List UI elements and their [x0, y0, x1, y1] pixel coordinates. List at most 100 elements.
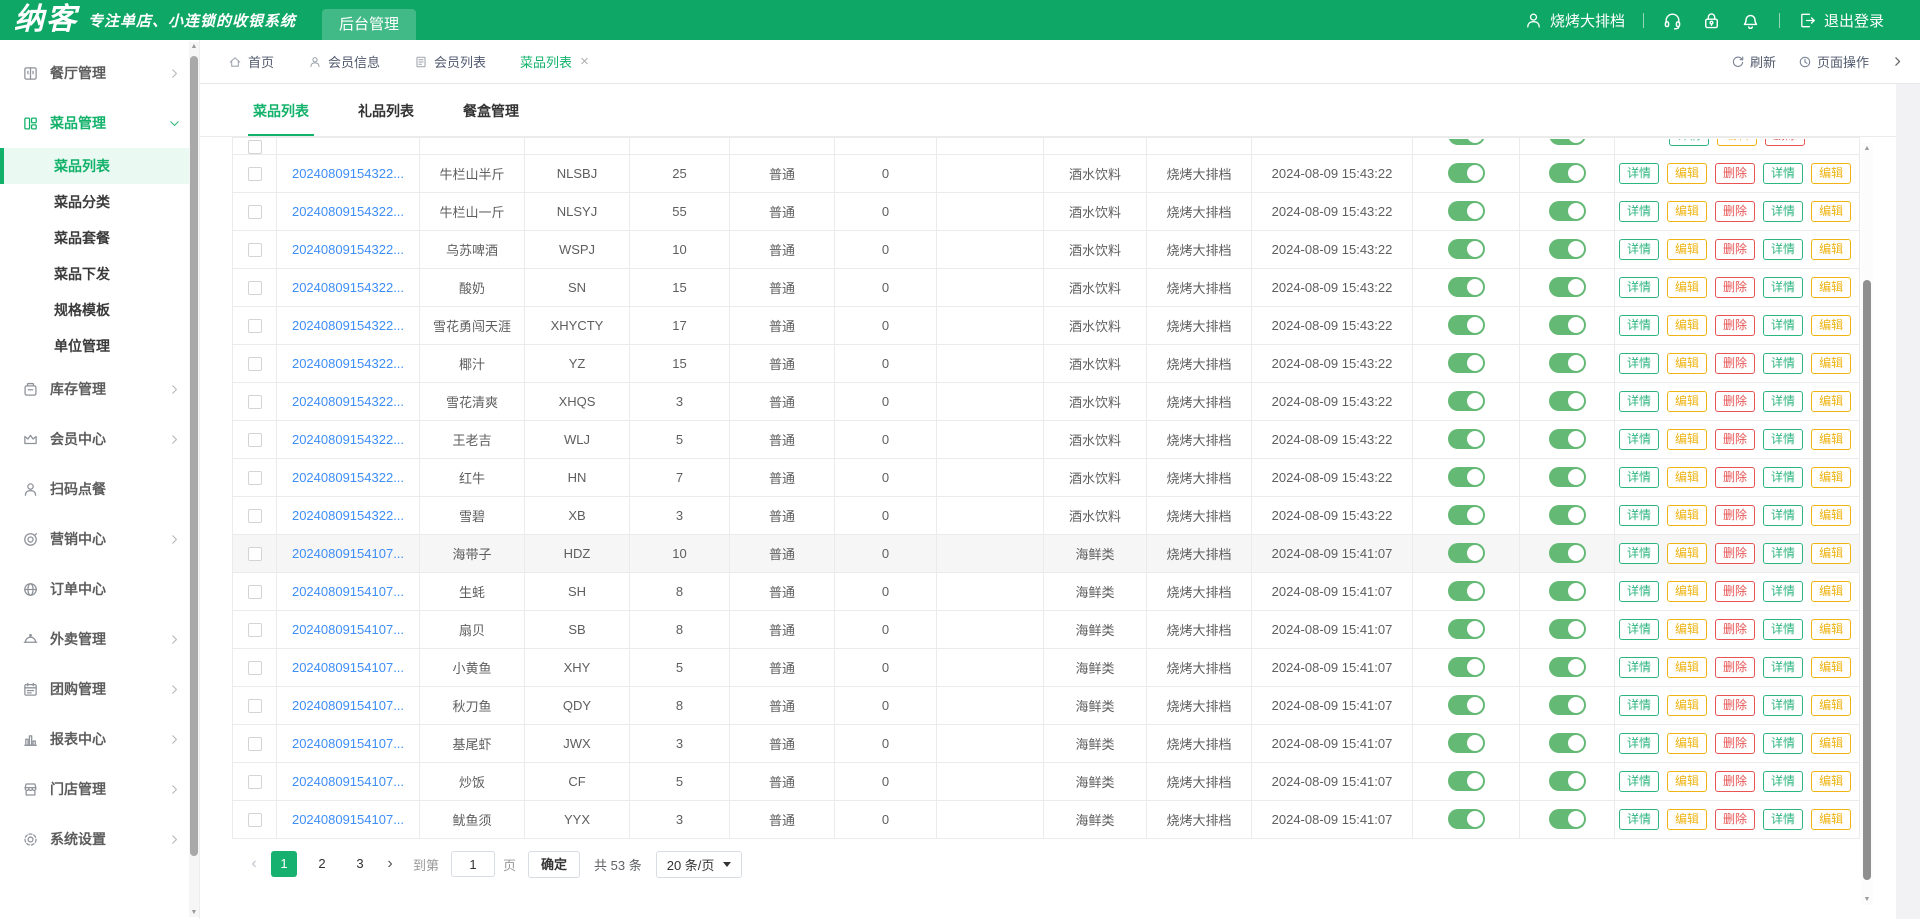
sidebar-item[interactable]: 餐厅管理: [0, 48, 199, 98]
product-id-link[interactable]: 20240809154322...: [292, 280, 404, 295]
sellout-toggle[interactable]: [1548, 809, 1586, 830]
sellout-toggle[interactable]: [1548, 429, 1586, 450]
detail-button[interactable]: 详情: [1763, 542, 1804, 564]
detail-button[interactable]: 详情: [1619, 200, 1660, 222]
detail-button[interactable]: 详情: [1619, 238, 1660, 260]
edit-button[interactable]: 编辑: [1811, 162, 1852, 184]
goto-page-input[interactable]: [451, 851, 496, 878]
detail-button[interactable]: 详情: [1619, 162, 1660, 184]
edit-button[interactable]: 编辑: [1667, 504, 1708, 526]
prev-page-button[interactable]: ‹: [243, 855, 265, 873]
sellout-toggle[interactable]: [1548, 467, 1586, 488]
detail-button[interactable]: 详情: [1619, 352, 1660, 374]
sellout-toggle[interactable]: [1548, 733, 1586, 754]
edit-button[interactable]: 编辑: [1811, 542, 1852, 564]
edit-button[interactable]: 编辑: [1667, 770, 1708, 792]
status-toggle[interactable]: [1447, 391, 1485, 412]
detail-button[interactable]: 详情: [1763, 656, 1804, 678]
row-checkbox[interactable]: [247, 470, 262, 485]
delete-button[interactable]: 删除: [1715, 618, 1756, 640]
row-checkbox[interactable]: [247, 432, 262, 447]
edit-button[interactable]: 编辑: [1811, 808, 1852, 830]
edit-button[interactable]: 编辑: [1667, 732, 1708, 754]
row-checkbox[interactable]: [247, 698, 262, 713]
detail-button[interactable]: 详情: [1619, 694, 1660, 716]
detail-button[interactable]: 详情: [1763, 390, 1804, 412]
page-number-button[interactable]: 3: [347, 851, 373, 877]
edit-button[interactable]: 编辑: [1811, 200, 1852, 222]
sidebar-item[interactable]: 系统设置: [0, 814, 199, 864]
row-checkbox[interactable]: [247, 774, 262, 789]
sidebar-scrollbar[interactable]: ▲ ▼: [189, 42, 199, 917]
sellout-toggle[interactable]: [1548, 239, 1586, 260]
product-id-link[interactable]: 20240809154107...: [292, 546, 404, 561]
sidebar-item[interactable]: 菜品管理: [0, 98, 199, 148]
bell-icon[interactable]: [1740, 10, 1761, 31]
detail-button[interactable]: 详情: [1763, 504, 1804, 526]
detail-button[interactable]: 详情: [1619, 428, 1660, 450]
sidebar-subitem[interactable]: 规格模板: [0, 292, 199, 328]
product-id-link[interactable]: 20240809154322...: [292, 394, 404, 409]
edit-button[interactable]: 编辑: [1667, 694, 1708, 716]
edit-button[interactable]: 编辑: [1811, 276, 1852, 298]
page-ops-button[interactable]: 页面操作: [1798, 52, 1869, 71]
status-toggle[interactable]: [1447, 543, 1485, 564]
current-user[interactable]: 烧烤大排档: [1524, 10, 1625, 31]
edit-button[interactable]: 编辑: [1667, 238, 1708, 260]
detail-button[interactable]: 详情: [1763, 808, 1804, 830]
sidebar-subitem[interactable]: 菜品分类: [0, 184, 199, 220]
detail-button[interactable]: 详情: [1619, 580, 1660, 602]
detail-button[interactable]: 详情: [1763, 466, 1804, 488]
detail-button[interactable]: 详情: [1763, 770, 1804, 792]
sidebar-item[interactable]: 报表中心: [0, 714, 199, 764]
status-toggle[interactable]: [1447, 809, 1485, 830]
sidebar-subitem[interactable]: 单位管理: [0, 328, 199, 364]
status-toggle[interactable]: [1447, 505, 1485, 526]
detail-button[interactable]: 详情: [1619, 618, 1660, 640]
scroll-down-icon[interactable]: ▼: [189, 909, 199, 916]
product-id-link[interactable]: 20240809154322...: [292, 432, 404, 447]
sellout-toggle[interactable]: [1548, 315, 1586, 336]
edit-button[interactable]: 编辑: [1811, 428, 1852, 450]
detail-button[interactable]: 详情: [1763, 162, 1804, 184]
product-id-link[interactable]: 20240809154107...: [292, 736, 404, 751]
status-toggle[interactable]: [1447, 733, 1485, 754]
page-tab[interactable]: 菜品列表 ×: [520, 52, 589, 71]
delete-button[interactable]: 删除: [1715, 808, 1756, 830]
next-page-button[interactable]: ›: [379, 855, 401, 873]
delete-button[interactable]: 删除: [1715, 770, 1756, 792]
edit-button[interactable]: 编辑: [1811, 656, 1852, 678]
page-tab[interactable]: 首页: [228, 52, 274, 71]
delete-button[interactable]: 删除: [1715, 428, 1756, 450]
edit-button[interactable]: 编辑: [1811, 504, 1852, 526]
detail-button[interactable]: 详情: [1763, 200, 1804, 222]
sidebar-item[interactable]: 团购管理: [0, 664, 199, 714]
row-checkbox[interactable]: [247, 166, 262, 181]
detail-button[interactable]: 详情: [1763, 352, 1804, 374]
product-id-link[interactable]: 20240809154107...: [292, 698, 404, 713]
sidebar-subitem[interactable]: 菜品套餐: [0, 220, 199, 256]
delete-button[interactable]: 删除: [1715, 504, 1756, 526]
detail-button[interactable]: 详情: [1619, 808, 1660, 830]
row-checkbox[interactable]: [247, 812, 262, 827]
page-tab[interactable]: 会员信息: [308, 52, 380, 71]
edit-button[interactable]: 编辑: [1811, 352, 1852, 374]
row-checkbox[interactable]: [247, 280, 262, 295]
page-number-button[interactable]: 2: [309, 851, 335, 877]
sidebar-item[interactable]: 库存管理: [0, 364, 199, 414]
delete-button[interactable]: 删除: [1715, 390, 1756, 412]
status-toggle[interactable]: [1447, 771, 1485, 792]
detail-button[interactable]: 详情: [1763, 238, 1804, 260]
product-id-link[interactable]: 20240809154322...: [292, 508, 404, 523]
sellout-toggle[interactable]: [1548, 543, 1586, 564]
delete-button[interactable]: 删除: [1715, 162, 1756, 184]
lock-icon[interactable]: [1701, 10, 1722, 31]
product-id-link[interactable]: 20240809154322...: [292, 470, 404, 485]
edit-button[interactable]: 编辑: [1667, 276, 1708, 298]
product-id-link[interactable]: 20240809154107...: [292, 584, 404, 599]
detail-button[interactable]: 详情: [1619, 504, 1660, 526]
status-toggle[interactable]: [1447, 353, 1485, 374]
edit-button[interactable]: 编辑: [1811, 314, 1852, 336]
edit-button[interactable]: 编辑: [1667, 656, 1708, 678]
logout-button[interactable]: 退出登录: [1798, 10, 1884, 31]
